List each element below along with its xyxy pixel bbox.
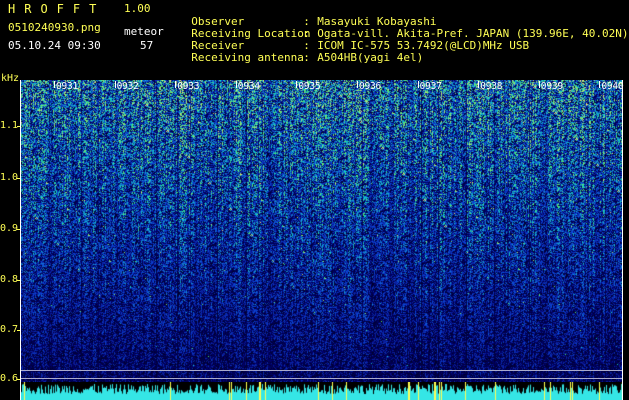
y-tick-label: 0.7 — [0, 324, 19, 335]
y-tick-label: 1.1 — [0, 120, 19, 131]
capture-datetime: 05.10.24 09:30 — [8, 39, 101, 52]
time-tick-label: 0939 — [540, 81, 563, 92]
meteor-count: 57 — [140, 39, 154, 52]
y-tick-mark — [17, 126, 21, 127]
y-tick-mark — [17, 280, 21, 281]
info-antenna: Receiving antenna: A504HB(yagi 4el) — [178, 41, 423, 63]
time-tick-mark — [417, 81, 419, 88]
time-tick-mark — [357, 81, 358, 88]
meteor-label: meteor — [124, 25, 164, 38]
spectrogram — [20, 80, 623, 382]
info-value: A504HB(yagi 4el) — [317, 51, 424, 64]
time-tick-label: 0940 — [601, 81, 624, 92]
y-tick-mark — [17, 379, 21, 380]
time-tick-label: 0935 — [298, 81, 321, 92]
time-tick-mark — [175, 81, 177, 88]
time-tick-label: 0931 — [56, 81, 79, 92]
app-brand: HROFFT — [8, 2, 106, 16]
y-tick-mark — [17, 330, 21, 331]
time-tick-mark — [235, 81, 237, 88]
time-tick-mark — [478, 81, 480, 88]
time-tick-label: 0934 — [237, 81, 260, 92]
time-tick-mark — [599, 81, 601, 88]
app-version: 1.00 — [124, 2, 151, 15]
time-tick-label: 0937 — [419, 81, 442, 92]
time-tick-mark — [114, 81, 116, 88]
y-axis-unit: kHz — [1, 73, 20, 84]
file-name: 0510240930.png — [8, 21, 101, 34]
time-tick-mark — [538, 81, 540, 88]
time-tick-label: 0936 — [359, 81, 382, 92]
amplitude-bar — [20, 382, 623, 400]
time-tick-label: 0938 — [480, 81, 503, 92]
time-tick-mark — [296, 81, 298, 88]
info-separator: : — [303, 51, 310, 64]
y-tick-label: 0.9 — [0, 223, 19, 234]
y-tick-mark — [17, 178, 21, 179]
y-tick-label: 0.8 — [0, 274, 19, 285]
guide-line — [20, 378, 623, 379]
time-tick-mark — [54, 81, 55, 88]
info-label: Receiving antenna — [191, 51, 304, 64]
y-tick-label: 0.6 — [0, 373, 19, 384]
guide-line — [20, 370, 623, 371]
y-tick-label: 1.0 — [0, 172, 19, 183]
y-tick-mark — [17, 229, 21, 230]
time-tick-label: 0932 — [116, 81, 139, 92]
time-tick-label: 0933 — [177, 81, 200, 92]
